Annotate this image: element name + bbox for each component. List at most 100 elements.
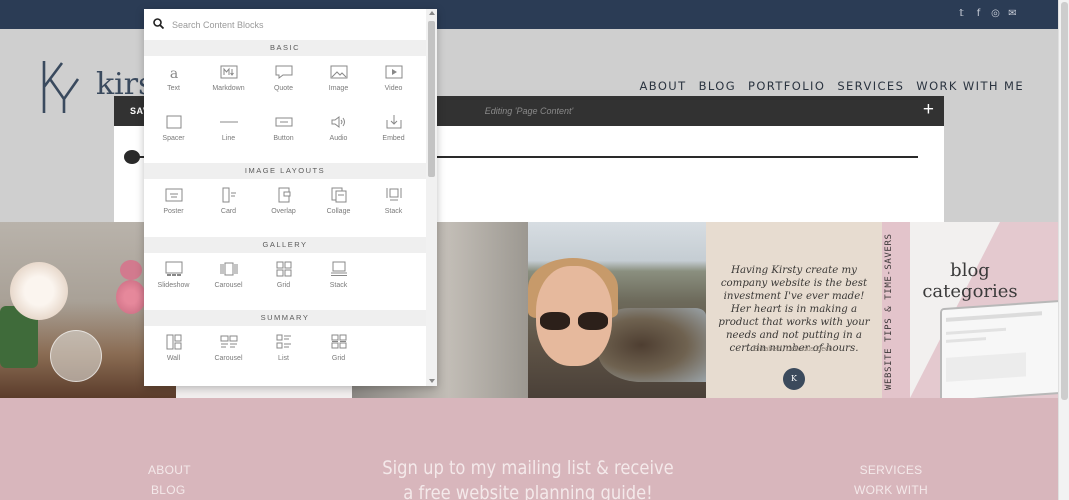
block-row: Wall Carousel List Grid bbox=[144, 327, 426, 373]
block-stack[interactable]: Stack bbox=[366, 180, 421, 226]
block-spacer[interactable]: Spacer bbox=[146, 107, 201, 153]
summary-grid-icon bbox=[331, 334, 346, 349]
list-icon bbox=[276, 334, 291, 349]
sunglasses-shape bbox=[540, 312, 608, 330]
section-header-summary: SUMMARY bbox=[144, 310, 426, 326]
grid-icon bbox=[276, 261, 291, 277]
block-slideshow[interactable]: Slideshow bbox=[146, 254, 201, 300]
line-icon bbox=[219, 121, 238, 123]
footer-link-about[interactable]: ABOUT bbox=[148, 460, 191, 480]
scroll-down-icon[interactable] bbox=[429, 379, 435, 383]
footer-links-left: ABOUT BLOG bbox=[148, 460, 191, 500]
block-quote[interactable]: Quote bbox=[256, 57, 311, 103]
logo-mark-icon[interactable] bbox=[40, 59, 80, 117]
instagram-icon[interactable]: ◎ bbox=[990, 8, 1001, 19]
block-menu-scrollbar[interactable] bbox=[426, 9, 437, 386]
scroll-up-icon[interactable] bbox=[429, 11, 435, 15]
footer-links-right: SERVICES WORK WITH ME bbox=[845, 460, 937, 500]
poster-icon bbox=[165, 188, 182, 202]
footer-link-blog[interactable]: BLOG bbox=[148, 480, 191, 500]
text-icon: a bbox=[169, 66, 177, 80]
content-block-menu: BASIC a Text Markdown Quote Image Video bbox=[144, 9, 437, 386]
svg-text:a: a bbox=[169, 66, 177, 80]
testimonial-quote: Having Kirsty create my company website … bbox=[718, 265, 870, 354]
rose-shape bbox=[116, 280, 146, 314]
block-card[interactable]: Card bbox=[201, 180, 256, 226]
block-row: Spacer Line Button Audio Embed bbox=[144, 107, 426, 153]
block-row: a Text Markdown Quote Image Video bbox=[144, 57, 426, 103]
block-button[interactable]: Button bbox=[256, 107, 311, 153]
stack-icon bbox=[386, 188, 401, 201]
block-line[interactable]: Line bbox=[201, 107, 256, 153]
footer-link-work-with-me[interactable]: WORK WITH ME bbox=[845, 480, 937, 500]
testimonial-card: Having Kirsty create my company website … bbox=[706, 222, 882, 398]
glass-vase-shape bbox=[50, 330, 102, 382]
block-collage[interactable]: Collage bbox=[311, 180, 366, 226]
block-list[interactable]: List bbox=[256, 327, 311, 373]
nav-item-about[interactable]: ABOUT bbox=[640, 79, 687, 93]
add-block-button[interactable]: + bbox=[923, 100, 934, 120]
blog-categories-title: blog categories bbox=[922, 260, 1018, 302]
peony-shape bbox=[10, 262, 68, 320]
carousel-icon bbox=[220, 262, 237, 276]
block-gallery-stack[interactable]: Stack bbox=[311, 254, 366, 300]
blog-categories-card[interactable]: WEBSITE TIPS & TIME-SAVERS blog categori… bbox=[882, 222, 1058, 398]
block-summary-grid[interactable]: Grid bbox=[311, 327, 366, 373]
twitter-icon[interactable]: 𝕥 bbox=[956, 8, 967, 19]
social-links: 𝕥 f ◎ ✉ bbox=[956, 8, 1018, 19]
quote-icon bbox=[275, 65, 292, 79]
footer-link-services[interactable]: SERVICES bbox=[845, 460, 937, 480]
main-nav: ABOUT BLOG PORTFOLIO SERVICES WORK WITH … bbox=[640, 79, 1025, 93]
block-embed[interactable]: Embed bbox=[366, 107, 421, 153]
block-overlap[interactable]: Overlap bbox=[256, 180, 311, 226]
site-footer: ABOUT BLOG Sign up to my mailing list & … bbox=[0, 398, 1058, 500]
facebook-icon[interactable]: f bbox=[973, 8, 984, 19]
laptop-mockup bbox=[940, 299, 1058, 398]
search-input[interactable] bbox=[172, 16, 412, 33]
nav-item-work-with-me[interactable]: WORK WITH ME bbox=[916, 79, 1024, 93]
block-row: Slideshow Carousel Grid Stack bbox=[144, 254, 426, 300]
audio-icon bbox=[331, 116, 345, 128]
portrait-photo bbox=[528, 222, 706, 398]
block-grid[interactable]: Grid bbox=[256, 254, 311, 300]
section-header-gallery: GALLERY bbox=[144, 237, 426, 253]
block-carousel[interactable]: Carousel bbox=[201, 254, 256, 300]
rose-bud-shape bbox=[120, 260, 142, 280]
block-audio[interactable]: Audio bbox=[311, 107, 366, 153]
mailing-list-signup[interactable]: Sign up to my mailing list & receive a f… bbox=[375, 456, 681, 500]
nav-item-services[interactable]: SERVICES bbox=[837, 79, 904, 93]
block-row: Poster Card Overlap Collage Stack bbox=[144, 180, 426, 226]
markdown-icon bbox=[220, 65, 237, 79]
image-icon bbox=[330, 65, 347, 79]
section-header-basic: BASIC bbox=[144, 40, 426, 56]
embed-icon bbox=[386, 115, 401, 129]
search-bar bbox=[144, 9, 426, 40]
block-image[interactable]: Image bbox=[311, 57, 366, 103]
page-scrollbar-thumb[interactable] bbox=[1061, 2, 1068, 400]
block-markdown[interactable]: Markdown bbox=[201, 57, 256, 103]
page-scrollbar[interactable] bbox=[1058, 0, 1069, 500]
nav-item-blog[interactable]: BLOG bbox=[699, 79, 736, 93]
button-icon bbox=[275, 117, 292, 127]
slideshow-icon bbox=[165, 261, 182, 276]
overlap-icon bbox=[278, 187, 290, 203]
tips-vertical-label: WEBSITE TIPS & TIME-SAVERS bbox=[884, 233, 894, 390]
block-poster[interactable]: Poster bbox=[146, 180, 201, 226]
email-icon[interactable]: ✉ bbox=[1007, 8, 1018, 19]
summary-carousel-icon bbox=[220, 335, 237, 348]
page: 𝕥 f ◎ ✉ kirsty ABOUT BLOG PORTFOLIO SERV… bbox=[0, 0, 1069, 500]
video-icon bbox=[385, 65, 402, 79]
section-header-image-layouts: IMAGE LAYOUTS bbox=[144, 163, 426, 179]
nav-item-portfolio[interactable]: PORTFOLIO bbox=[748, 79, 825, 93]
rocks-shape bbox=[598, 308, 706, 382]
block-text[interactable]: a Text bbox=[146, 57, 201, 103]
block-wall[interactable]: Wall bbox=[146, 327, 201, 373]
block-summary-carousel[interactable]: Carousel bbox=[201, 327, 256, 373]
logo-badge-icon: K bbox=[783, 368, 805, 390]
block-menu-scrollbar-thumb[interactable] bbox=[428, 21, 435, 177]
block-video[interactable]: Video bbox=[366, 57, 421, 103]
insert-point-handle[interactable] bbox=[124, 150, 140, 164]
testimonial-author: Elizabeth, Delicious Decor bbox=[753, 346, 835, 353]
collage-icon bbox=[331, 187, 346, 203]
search-icon bbox=[153, 18, 164, 29]
